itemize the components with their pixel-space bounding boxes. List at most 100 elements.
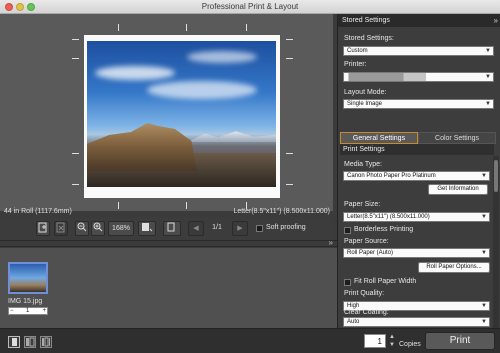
dropdown-arrow-icon: ▼: [481, 173, 487, 179]
crop-mark: [286, 184, 293, 185]
title-bar: Professional Print & Layout: [0, 0, 500, 14]
crop-mark: [72, 39, 79, 40]
thumbnail-filename: IMG 15.jpg: [8, 298, 43, 305]
paper-size-value: Letter(8.5"x11") (8.500x11.000): [347, 214, 430, 220]
print-preview-area: [0, 14, 333, 211]
sky-cloud: [187, 51, 257, 63]
thumbnail-image[interactable]: [8, 262, 48, 294]
printer-label: Printer:: [344, 61, 367, 68]
printer-dropdown[interactable]: ▼: [343, 72, 494, 82]
preview-photo[interactable]: [87, 41, 276, 187]
single-view-icon[interactable]: [8, 336, 20, 348]
zoom-level-value: 168%: [112, 225, 130, 232]
decrease-copies-icon[interactable]: −: [10, 308, 14, 314]
dropdown-arrow-icon: ▼: [481, 319, 487, 325]
thumbnail-strip: IMG 15.jpg − 1 +: [0, 248, 337, 328]
stored-settings-title: Stored Settings: [342, 17, 390, 24]
paper-info: Letter(8.5"x11") (8.500x11.000): [233, 208, 330, 215]
roll-info: 44 in Roll (1117.6mm): [4, 208, 72, 215]
crop-mark: [246, 24, 247, 31]
increase-copies-icon[interactable]: +: [42, 308, 46, 314]
add-page-icon[interactable]: [36, 221, 50, 236]
soft-proofing-checkbox[interactable]: [256, 225, 263, 232]
settings-panel: Stored Settings » Stored Settings: Custo…: [337, 14, 500, 328]
borderless-printing-label: Borderless Printing: [354, 226, 414, 233]
delete-page-icon[interactable]: [54, 221, 68, 236]
collapse-chevron-icon[interactable]: »: [329, 238, 333, 247]
crop-mark: [186, 24, 187, 31]
zoom-out-icon[interactable]: [75, 221, 89, 236]
clear-coating-label: Clear Coating:: [344, 309, 389, 316]
paper-source-value: Roll Paper (Auto): [347, 250, 394, 256]
dropdown-arrow-icon: ▼: [485, 101, 491, 107]
orientation-icon[interactable]: [138, 221, 156, 236]
dropdown-arrow-icon: ▼: [481, 303, 487, 309]
tab-color-settings[interactable]: Color Settings: [418, 132, 496, 144]
thumbnail-copies-value: 1: [26, 308, 30, 314]
stored-settings-dropdown[interactable]: Custom ▼: [343, 46, 494, 56]
dropdown-arrow-icon: ▼: [481, 214, 487, 220]
preview-toolbar: 168% ◀ 1/1 ▶ Soft proofing: [0, 218, 333, 240]
settings-scrollbar[interactable]: [493, 156, 499, 328]
copies-stepper[interactable]: ▲ ▼: [388, 333, 396, 349]
bottom-bar: 1 ▲ ▼ Copies Print: [0, 328, 500, 353]
zoom-in-icon[interactable]: [91, 221, 105, 236]
copies-label: Copies: [399, 341, 421, 348]
soft-proofing-label: Soft proofing: [266, 224, 306, 231]
sky-cloud: [147, 81, 257, 99]
next-page-arrow-icon[interactable]: ▶: [232, 221, 248, 236]
crop-mark: [286, 39, 293, 40]
get-information-button[interactable]: Get Information: [428, 184, 488, 195]
thumbnail-view-icon[interactable]: [40, 336, 52, 348]
print-button[interactable]: Print: [425, 332, 495, 350]
print-quality-label: Print Quality:: [344, 290, 385, 297]
stored-settings-value: Custom: [347, 48, 368, 54]
paper-page: [84, 35, 280, 198]
tab-general-settings[interactable]: General Settings: [340, 132, 418, 144]
media-type-label: Media Type:: [344, 161, 383, 168]
settings-tabs: General Settings Color Settings: [340, 132, 496, 144]
layout-mode-dropdown[interactable]: Single Image ▼: [343, 99, 494, 109]
paper-size-label: Paper Size:: [344, 201, 381, 208]
stored-settings-header: Stored Settings »: [338, 14, 500, 27]
scrollbar-thumb[interactable]: [494, 160, 498, 192]
snow-mountains: [187, 131, 276, 142]
split-view-icon[interactable]: [24, 336, 36, 348]
clear-coating-value: Auto: [347, 319, 360, 325]
media-type-value: Canon Photo Paper Pro Platinum: [347, 173, 436, 179]
paper-source-dropdown[interactable]: Roll Paper (Auto) ▼: [343, 248, 490, 258]
crop-mark: [72, 184, 79, 185]
collapse-panel-chevron-icon[interactable]: »: [494, 14, 498, 27]
crop-mark: [72, 58, 79, 59]
panel-divider[interactable]: »: [0, 238, 337, 247]
paper-source-label: Paper Source:: [344, 238, 389, 245]
clear-coating-dropdown[interactable]: Auto ▼: [343, 317, 490, 327]
previous-page-arrow-icon[interactable]: ◀: [188, 221, 204, 236]
borderless-printing-checkbox[interactable]: [344, 227, 351, 234]
crop-mark: [286, 153, 293, 154]
fit-roll-paper-width-label: Fit Roll Paper Width: [354, 278, 417, 285]
sky-cloud: [95, 66, 175, 80]
cliff-village: [87, 123, 197, 171]
fit-roll-paper-width-checkbox[interactable]: [344, 279, 351, 286]
preview-info-bar: 44 in Roll (1117.6mm) Letter(8.5"x11") (…: [0, 206, 333, 218]
print-settings-header: Print Settings: [340, 144, 494, 155]
crop-mark: [118, 24, 119, 31]
layout-mode-value: Single Image: [347, 101, 383, 107]
stored-settings-label: Stored Settings:: [344, 35, 394, 42]
page-indicator: 1/1: [212, 224, 222, 231]
crop-mark: [72, 153, 79, 154]
zoom-level-dropdown[interactable]: 168%: [108, 221, 134, 236]
roll-paper-options-button[interactable]: Roll Paper Options...: [418, 262, 490, 273]
copies-input[interactable]: 1: [364, 334, 386, 348]
layout-mode-label: Layout Mode:: [344, 89, 387, 96]
page-layout-icon[interactable]: [163, 221, 181, 236]
dropdown-arrow-icon: ▼: [485, 74, 491, 80]
media-type-dropdown[interactable]: Canon Photo Paper Pro Platinum ▼: [343, 171, 490, 181]
crop-mark: [286, 58, 293, 59]
thumbnail-copies-stepper[interactable]: − 1 +: [8, 307, 48, 315]
window-title: Professional Print & Layout: [201, 2, 299, 11]
paper-size-dropdown[interactable]: Letter(8.5"x11") (8.500x11.000) ▼: [343, 212, 490, 222]
dropdown-arrow-icon: ▼: [481, 250, 487, 256]
dropdown-arrow-icon: ▼: [485, 48, 491, 54]
